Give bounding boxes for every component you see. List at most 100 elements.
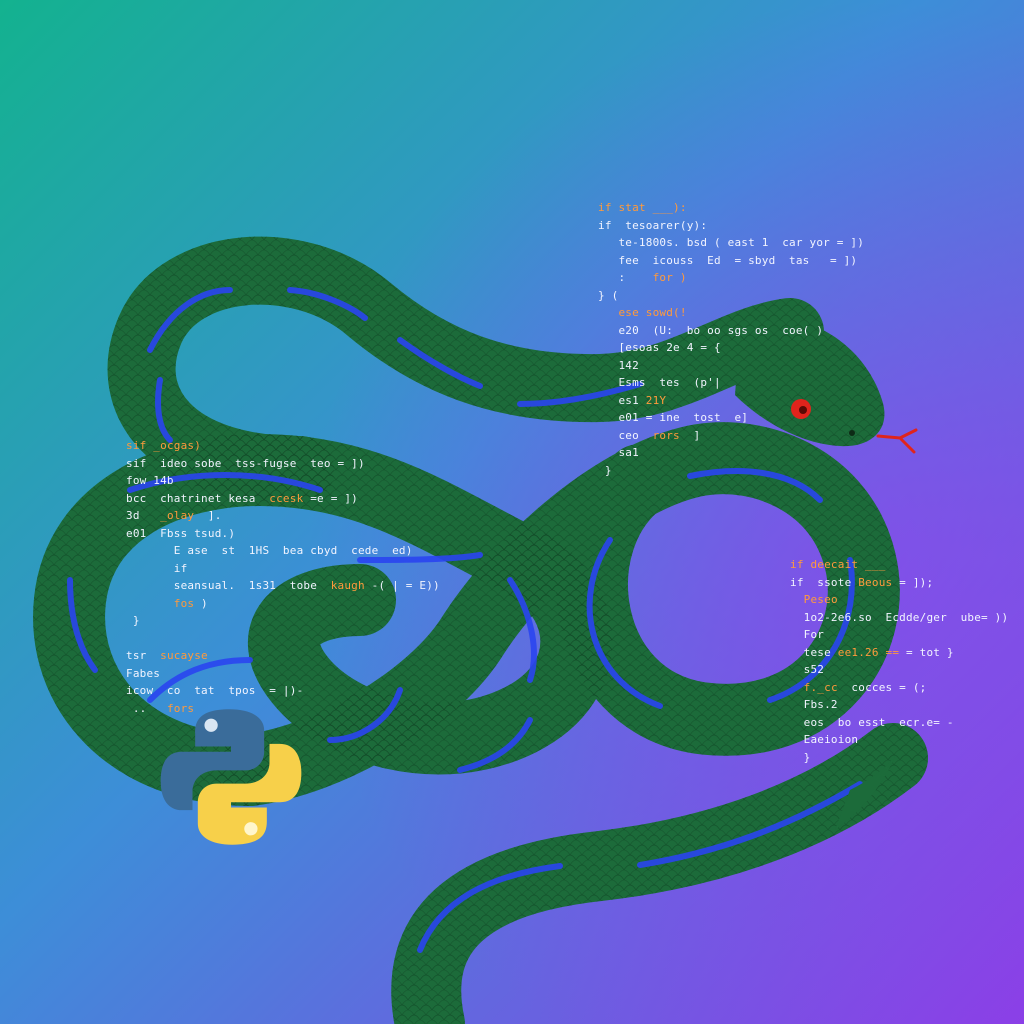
code-line: Eaeioion (790, 731, 1008, 749)
code-text: fow 14b (126, 474, 174, 487)
code-text: seansual. 1s31 tobe (126, 579, 331, 592)
code-keyword: ee1.26 == (837, 645, 900, 659)
code-keyword: if (598, 201, 619, 214)
code-line: 3d _olay ]. (126, 507, 440, 525)
code-line: } (790, 749, 1008, 767)
code-text: Fabes (126, 666, 161, 680)
code-line: if deecait ___ (790, 556, 1008, 574)
code-text: e01 = ine tost e] (598, 411, 749, 424)
code-line: if ssote Beous = ]); (790, 574, 1008, 592)
code-keyword: rors (652, 428, 680, 442)
code-text: : (598, 271, 653, 284)
code-line: } ( (598, 287, 864, 305)
code-keyword: 21Y (645, 393, 667, 407)
code-line: For (790, 626, 1008, 644)
code-line: f._cc cocces = (; (790, 679, 1008, 697)
code-line: 142 (598, 357, 864, 375)
code-keyword: stat ___): (618, 201, 687, 214)
code-line: } (126, 612, 440, 630)
code-text: bcc chatrinet kesa (126, 491, 270, 505)
code-keyword: ccesk (269, 491, 304, 505)
code-line: icow co tat tpos = |)- (126, 682, 440, 700)
code-text: e20 (U: bo oo sgs os coe( ) (598, 323, 824, 337)
code-keyword: sucayse (160, 649, 208, 662)
code-line: Peseo (790, 591, 1008, 609)
python-logo-icon (160, 709, 302, 845)
code-text: } (790, 750, 811, 764)
code-text: fee icouss Ed = sbyd tas = ]) (598, 253, 858, 267)
code-line: seansual. 1s31 tobe kaugh -( | = E)) (126, 577, 440, 595)
code-line: Esms tes (p'| (598, 374, 864, 392)
code-line: if (126, 560, 440, 578)
code-keyword: if (790, 558, 811, 571)
code-text: Esms tes (p'| (598, 376, 721, 389)
code-text: } (598, 463, 612, 477)
code-text: Fbs.2 (790, 698, 838, 711)
code-line: : for ) (598, 269, 864, 287)
code-text: e01 Fbss tsud.) (126, 526, 236, 540)
code-keyword: f._cc (803, 680, 838, 694)
code-line: ceo rors ] (598, 427, 864, 445)
code-text: cocces = (; (837, 680, 927, 694)
code-line: if tesoarer(y): (598, 217, 864, 235)
code-text: if tesoarer(y): (598, 218, 708, 232)
code-line: es1 21Y (598, 392, 864, 410)
code-line: e01 Fbss tsud.) (126, 525, 440, 543)
code-text: 142 (598, 358, 639, 372)
code-text: ]. (194, 509, 222, 522)
code-text: = tot } (899, 645, 954, 659)
code-snippet-left: sif _ocgas) sif ideo sobe tss-fugse teo =… (126, 437, 440, 717)
code-line: eos bo esst ecr.e= - (790, 714, 1008, 732)
code-snippet-bottom-right: if deecait ___ if ssote Beous = ]); Peseo… (790, 556, 1008, 766)
code-text: te-1800s. bsd ( east 1 car yor = ]) (598, 236, 865, 249)
code-text: = ]); (892, 575, 934, 589)
code-text: 1o2-2e6.so Ecdde/ger ube= )) (790, 610, 1009, 624)
code-keyword: for ) (652, 271, 687, 284)
code-text: eos bo esst ecr.e= - (790, 715, 954, 729)
code-text: Eaeioion (790, 733, 859, 746)
snake-illustration-scene: if stat ___): if tesoarer(y): te-1800s. b… (0, 0, 1024, 1024)
code-line: e20 (U: bo oo sgs os coe( ) (598, 322, 864, 340)
code-text: ] (679, 428, 701, 442)
code-line: e01 = ine tost e] (598, 409, 864, 427)
code-line: sif ideo sobe tss-fugse teo = ]) (126, 455, 440, 473)
code-text: sa1 (598, 446, 639, 459)
code-line: ese sowd(! (598, 304, 864, 322)
code-line: fow 14b (126, 472, 440, 490)
code-line: tsr sucayse (126, 647, 440, 665)
code-line: fos ) (126, 595, 440, 613)
code-line: tese ee1.26 == = tot } (790, 644, 1008, 662)
code-text: E ase st 1HS bea cbyd cede ed) (126, 544, 413, 557)
code-keyword: Peseo (803, 593, 838, 606)
code-line: Fabes (126, 665, 440, 683)
code-line: if stat ___): (598, 199, 864, 217)
code-line: bcc chatrinet kesa ccesk =e = ]) (126, 490, 440, 508)
code-line: } (598, 462, 864, 480)
code-keyword: ese sowd(! (618, 306, 687, 319)
code-text: ideo sobe tss-fugse teo = ]) (160, 456, 365, 470)
code-text: [esoas 2e 4 = { (598, 341, 721, 354)
code-keyword: _olay (160, 509, 195, 522)
code-text: 3d (126, 509, 161, 522)
code-text: } ( (598, 288, 619, 302)
code-text: if (126, 561, 188, 575)
code-text: ceo (598, 428, 653, 442)
code-line: E ase st 1HS bea cbyd cede ed) (126, 542, 440, 560)
code-snippet-top-right: if stat ___): if tesoarer(y): te-1800s. b… (598, 199, 864, 479)
code-text: sif (126, 456, 161, 470)
code-text: } (126, 614, 140, 627)
code-line: s52 (790, 661, 1008, 679)
code-keyword: sif (126, 439, 154, 452)
code-text: s52 (790, 663, 825, 676)
code-text: tsr (126, 649, 161, 662)
code-text: icow co tat tpos = |)- (126, 684, 304, 697)
code-text: if ssote (790, 575, 859, 589)
code-line: Fbs.2 (790, 696, 1008, 714)
code-line: te-1800s. bsd ( east 1 car yor = ]) (598, 234, 864, 252)
code-text: tese (790, 645, 838, 659)
code-keyword: _ocgas) (153, 439, 202, 452)
